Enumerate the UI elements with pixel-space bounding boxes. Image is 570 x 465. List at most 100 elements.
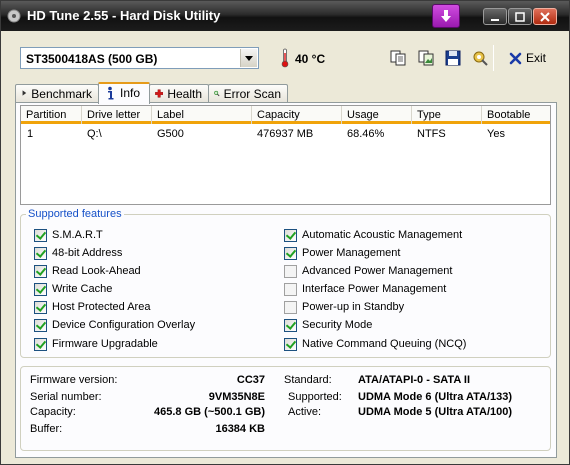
standard-label: Standard:	[284, 374, 332, 386]
capacity-label: Capacity:	[30, 406, 76, 418]
download-button[interactable]	[432, 4, 460, 28]
serial-value: 9VM35N8E	[208, 391, 265, 403]
copy-screenshot-button[interactable]	[416, 48, 436, 68]
tab-error-scan-label: Error Scan	[223, 87, 281, 101]
copy-text-button[interactable]	[388, 48, 408, 68]
drive-select-value: ST3500418AS (500 GB)	[26, 52, 158, 66]
feature-host-protected-area: Host Protected Area	[34, 300, 150, 314]
tab-error-scan[interactable]: Error Scan	[208, 84, 288, 103]
feature-checkbox	[284, 337, 297, 351]
feature-checkbox	[34, 264, 47, 278]
firmware-label: Firmware version:	[30, 374, 118, 386]
feature-checkbox	[34, 246, 47, 260]
exit-x-icon	[509, 52, 522, 64]
title-bar[interactable]: HD Tune 2.55 - Hard Disk Utility	[1, 1, 569, 31]
feature-label: Host Protected Area	[52, 301, 151, 313]
options-button[interactable]	[470, 48, 490, 68]
copy-image-icon	[418, 50, 434, 66]
drive-select[interactable]: ST3500418AS (500 GB)	[20, 47, 259, 69]
minimize-button[interactable]	[483, 8, 507, 25]
feature-checkbox	[34, 337, 47, 351]
table-row[interactable]: 1 Q:\ G500 476937 MB 68.46% NTFS Yes	[21, 126, 550, 142]
exit-button[interactable]: Exit	[509, 50, 546, 66]
buffer-value: 16384 KB	[215, 423, 265, 435]
feature-label: Device Configuration Overlay	[52, 319, 196, 331]
feature-label: Power-up in Standby	[302, 301, 405, 313]
tab-info-label: Info	[120, 86, 141, 100]
feature-power-up-in-standby: Power-up in Standby	[284, 300, 404, 314]
floppy-disk-icon	[445, 50, 461, 66]
feature-label: Firmware Upgradable	[52, 338, 158, 350]
supported-mode-value: UDMA Mode 6 (Ultra ATA/133)	[358, 391, 513, 403]
feature-checkbox	[284, 246, 297, 260]
tab-health[interactable]: Health	[149, 84, 209, 103]
cell-bootable: Yes	[487, 128, 505, 140]
feature-checkbox	[284, 282, 297, 296]
column-header-bootable[interactable]: Bootable	[482, 106, 550, 124]
feature-label: Native Command Queuing (NCQ)	[302, 338, 467, 350]
tab-info[interactable]: Info	[98, 82, 150, 104]
cell-capacity: 476937 MB	[257, 128, 314, 140]
capacity-value: 465.8 GB (~500.1 GB)	[154, 406, 265, 418]
chevron-down-icon	[245, 55, 253, 61]
close-button[interactable]	[533, 8, 557, 25]
feature-power-management: Power Management	[284, 246, 400, 260]
temperature-readout: 40 °C	[295, 52, 326, 66]
feature-checkbox	[284, 300, 297, 314]
save-button[interactable]	[443, 48, 463, 68]
feature-smart: S.M.A.R.T	[34, 228, 103, 242]
serial-label: Serial number:	[30, 391, 102, 403]
feature-label: 48-bit Address	[52, 247, 123, 259]
active-mode-value: UDMA Mode 5 (Ultra ATA/100)	[358, 406, 513, 418]
cell-type: NTFS	[417, 128, 446, 140]
feature-label: Automatic Acoustic Management	[302, 229, 463, 241]
close-icon	[540, 11, 550, 22]
firmware-value: CC37	[236, 374, 265, 386]
tab-health-label: Health	[167, 87, 202, 101]
feature-device-configuration-overlay: Device Configuration Overlay	[34, 318, 195, 332]
copy-icon	[390, 50, 406, 66]
cell-partition: 1	[27, 128, 34, 140]
feature-checkbox	[34, 282, 47, 296]
feature-read-look-ahead: Read Look-Ahead	[34, 264, 141, 278]
feature-48bit-address: 48-bit Address	[34, 246, 122, 260]
partition-table[interactable]: Partition Drive letter Label Capacity Us…	[20, 105, 551, 205]
column-header-partition[interactable]: Partition	[21, 106, 82, 124]
dropdown-arrow[interactable]	[240, 49, 257, 67]
options-tools-icon	[473, 51, 488, 66]
info-icon	[108, 86, 114, 100]
feature-label: Advanced Power Management	[302, 265, 453, 277]
column-header-usage[interactable]: Usage	[342, 106, 412, 124]
partition-table-header: Partition Drive letter Label Capacity Us…	[21, 106, 550, 124]
maximize-button[interactable]	[508, 8, 532, 25]
feature-firmware-upgradable: Firmware Upgradable	[34, 337, 158, 351]
feature-automatic-acoustic-management: Automatic Acoustic Management	[284, 228, 462, 242]
magnifier-icon	[214, 90, 220, 97]
app-window: HD Tune 2.55 - Hard Disk Utility ST35004…	[0, 0, 570, 465]
toolbar-separator	[493, 45, 494, 71]
download-arrow-icon	[441, 10, 451, 22]
minimize-icon	[491, 18, 499, 21]
health-cross-icon	[155, 89, 164, 98]
feature-checkbox	[284, 228, 297, 242]
feature-label: Power Management	[302, 247, 401, 259]
app-icon	[7, 9, 21, 23]
feature-checkbox	[34, 228, 47, 242]
column-header-drive-letter[interactable]: Drive letter	[82, 106, 152, 124]
column-header-type[interactable]: Type	[412, 106, 482, 124]
tab-benchmark[interactable]: Benchmark	[15, 84, 99, 103]
feature-label: Read Look-Ahead	[52, 265, 141, 277]
feature-label: Interface Power Management	[302, 283, 447, 295]
feature-ncq: Native Command Queuing (NCQ)	[284, 337, 466, 351]
cell-usage: 68.46%	[347, 128, 385, 140]
feature-label: Security Mode	[302, 319, 373, 331]
column-header-capacity[interactable]: Capacity	[252, 106, 342, 124]
feature-label: S.M.A.R.T	[52, 229, 103, 241]
maximize-icon	[515, 11, 525, 22]
exit-label: Exit	[526, 51, 547, 65]
feature-write-cache: Write Cache	[34, 282, 112, 296]
feature-advanced-power-management: Advanced Power Management	[284, 264, 452, 278]
column-header-label[interactable]: Label	[152, 106, 252, 124]
buffer-label: Buffer:	[30, 423, 63, 435]
feature-checkbox	[34, 300, 47, 314]
